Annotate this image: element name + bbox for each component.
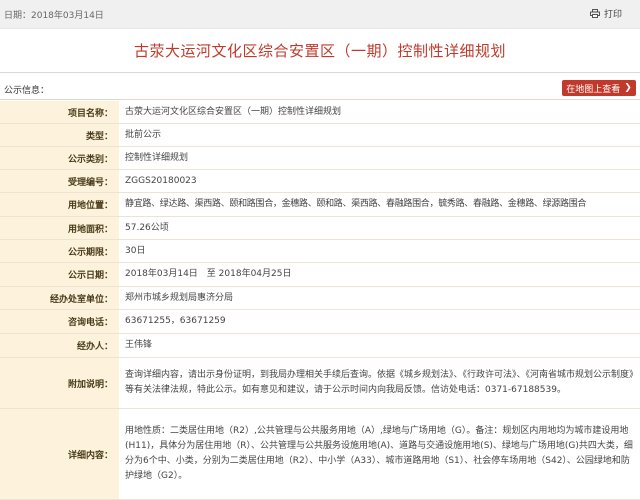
section-label: 公示信息： (4, 86, 50, 96)
publish-date: 日期：2018年03月14日 (4, 11, 104, 21)
view-on-map-label: 在地图上查看 (566, 84, 621, 95)
table-row: 详细内容： 用地性质：二类居住用地（R2）,公共管理与公共服务用地（A）,绿地与… (0, 408, 640, 500)
row-value-location: 静宜路、绿达路、渠西路、颐和路围合，金穗路、颐和路、渠西路、春融路围合，毓秀路、… (119, 192, 640, 217)
row-value-type: 批前公示 (119, 123, 640, 147)
table-row: 公示类别： 控制性详细规划 (0, 146, 640, 170)
table-row: 咨询电话： 63671255，63671259 (0, 309, 640, 334)
table-row: 受理编号： ZGGS20180023 (0, 169, 640, 193)
page-title: 古荥大运河文化区综合安置区（一期）控制性详细规划 (133, 42, 506, 60)
divider (0, 72, 640, 73)
print-label: 打印 (603, 10, 622, 20)
row-key-handler: 经办人： (0, 333, 119, 358)
table-row: 附加说明： 查询详细内容，请出示身份证明，到我局办理相关手续后查询。依据《城乡规… (0, 357, 640, 409)
view-on-map-button[interactable]: 在地图上查看 ❯ (562, 80, 636, 96)
table-row: 公示期限： 30日 (0, 239, 640, 263)
section-header: 公示信息： 在地图上查看 ❯ (0, 79, 640, 100)
table-row: 用地面积： 57.26公顷 (0, 216, 640, 240)
row-key-type: 类型： (0, 123, 119, 147)
row-key-details: 详细内容： (0, 408, 119, 500)
row-value-project-name: 古荥大运河文化区综合安置区（一期）控制性详细规划 (119, 101, 640, 124)
row-value-notes: 查询详细内容，请出示身份证明，到我局办理相关手续后查询。依据《城乡规划法》、《行… (119, 357, 640, 409)
row-key-project-name: 项目名称： (0, 101, 119, 124)
row-key-notes: 附加说明： (0, 357, 119, 409)
row-value-handler: 王伟锋 (119, 333, 640, 358)
top-bar: 日期：2018年03月14日 打印 (0, 0, 640, 29)
row-value-area: 57.26公顷 (119, 216, 640, 240)
table-row: 经办人： 王伟锋 (0, 333, 640, 358)
row-value-phone: 63671255，63671259 (119, 309, 640, 334)
row-value-accept-no: ZGGS20180023 (119, 169, 640, 193)
row-key-office: 经办处室单位： (0, 286, 119, 310)
row-key-phone: 咨询电话： (0, 309, 119, 334)
chevron-right-icon: ❯ (624, 83, 632, 93)
table-row: 用地位置： 静宜路、绿达路、渠西路、颐和路围合，金穗路、颐和路、渠西路、春融路围… (0, 192, 640, 217)
table-row: 项目名称： 古荥大运河文化区综合安置区（一期）控制性详细规划 (0, 101, 640, 124)
row-key-category: 公示类别： (0, 146, 119, 170)
row-value-category: 控制性详细规划 (119, 146, 640, 170)
table-row: 公示日期： 2018年03月14日 至 2018年04月25日 (0, 262, 640, 287)
row-key-accept-no: 受理编号： (0, 169, 119, 193)
row-value-period: 30日 (119, 239, 640, 263)
print-button[interactable]: 打印 (590, 7, 622, 20)
info-table: 项目名称： 古荥大运河文化区综合安置区（一期）控制性详细规划 类型： 批前公示 … (0, 101, 640, 500)
table-row: 经办处室单位： 郑州市城乡规划局惠济分局 (0, 286, 640, 310)
row-key-location: 用地位置： (0, 192, 119, 217)
row-value-dates: 2018年03月14日 至 2018年04月25日 (119, 262, 640, 287)
row-key-period: 公示期限： (0, 239, 119, 263)
row-value-office: 郑州市城乡规划局惠济分局 (119, 286, 640, 310)
table-row: 类型： 批前公示 (0, 123, 640, 147)
printer-icon (590, 9, 600, 18)
row-key-dates: 公示日期： (0, 262, 119, 287)
row-value-details: 用地性质：二类居住用地（R2）,公共管理与公共服务用地（A）,绿地与广场用地（G… (119, 408, 640, 500)
row-key-area: 用地面积： (0, 216, 119, 240)
